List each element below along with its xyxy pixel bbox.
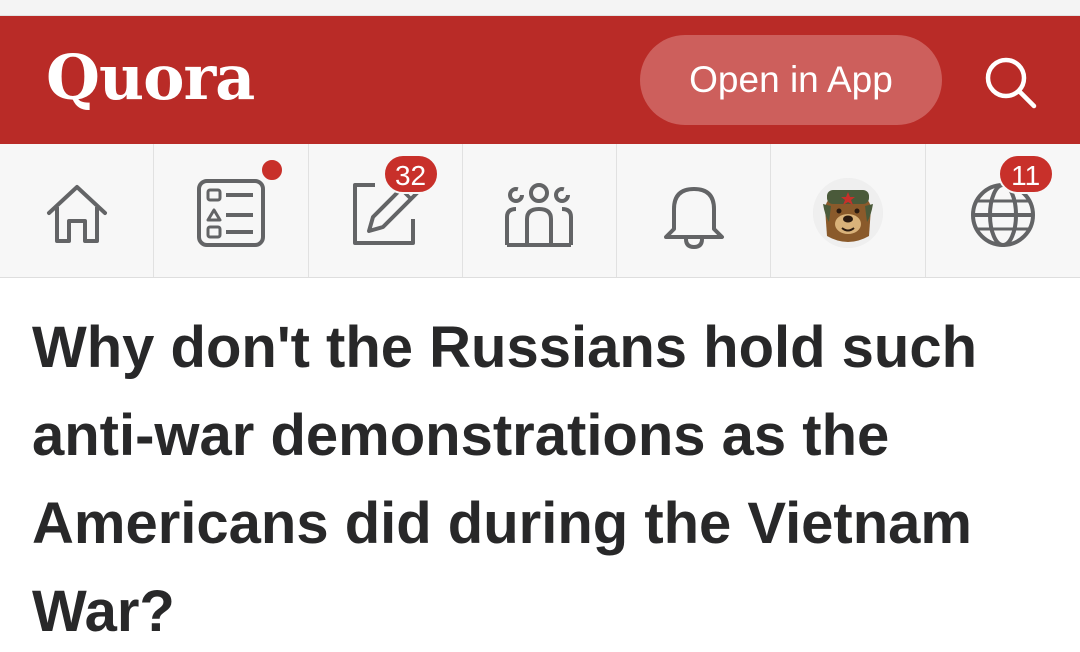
languages-count-badge: 11 <box>997 154 1054 194</box>
list-icon <box>196 179 265 247</box>
people-icon <box>505 183 574 247</box>
status-strip <box>0 0 1080 16</box>
quora-logo[interactable]: Quora <box>46 42 255 114</box>
nav-item-languages[interactable]: 11 <box>926 144 1080 277</box>
nav-item-answer[interactable]: 32 <box>309 144 463 277</box>
search-icon[interactable] <box>980 52 1040 112</box>
nav-item-spaces[interactable] <box>463 144 618 277</box>
home-icon <box>46 185 107 243</box>
nav-item-home[interactable] <box>0 144 155 277</box>
nav-item-profile[interactable] <box>771 144 926 277</box>
nav-item-following[interactable] <box>154 144 309 277</box>
question-title[interactable]: Why don't the Russians hold such anti-wa… <box>32 304 1042 652</box>
open-in-app-button[interactable]: Open in App <box>640 35 942 125</box>
top-header: Quora Open in App <box>0 16 1080 144</box>
bear-avatar <box>813 178 884 248</box>
nav-item-notifications[interactable] <box>617 144 772 277</box>
bell-icon <box>663 187 724 250</box>
notification-dot <box>260 158 285 182</box>
answer-count-badge: 32 <box>382 154 439 194</box>
main-nav: 32 11 <box>0 144 1080 278</box>
